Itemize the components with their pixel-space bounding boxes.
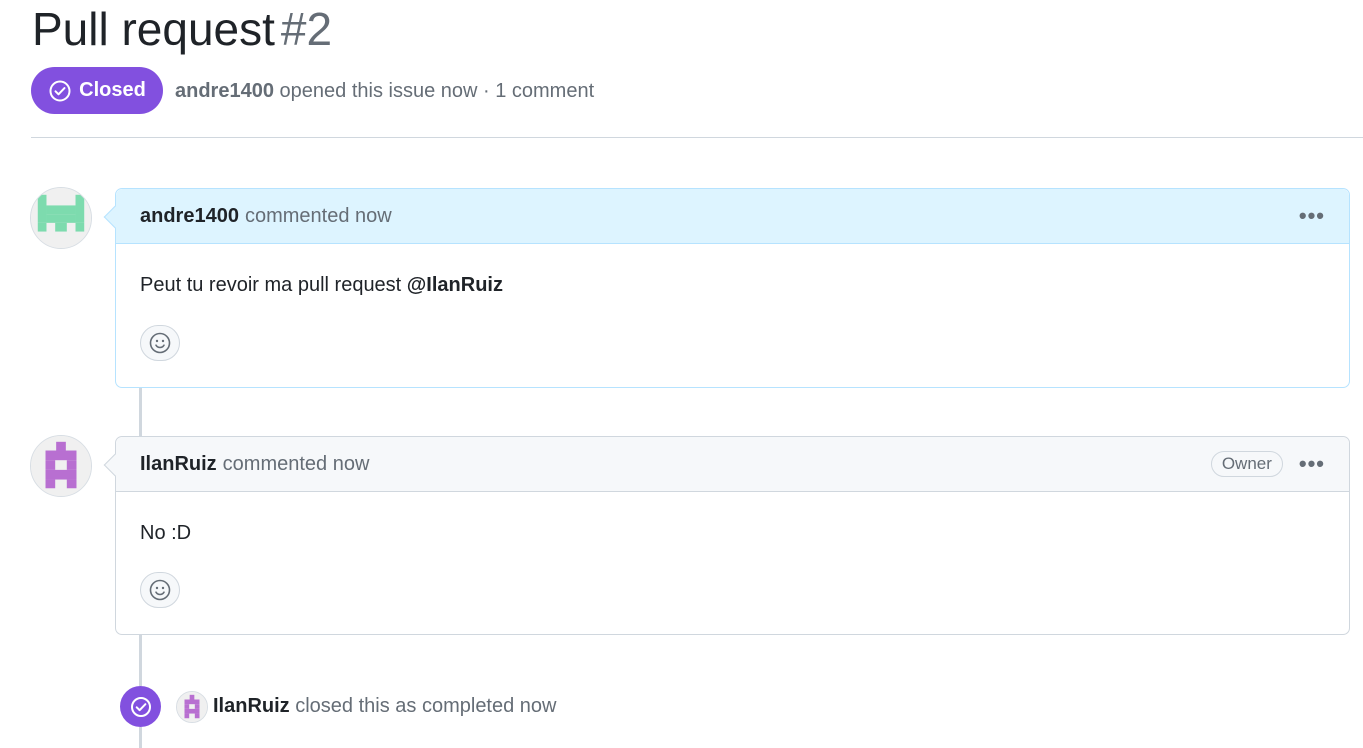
author-link[interactable]: andre1400 bbox=[175, 80, 274, 102]
comment-body: No :D bbox=[116, 492, 1349, 546]
issue-page: Pull request #2 Closed andre1400 opened t… bbox=[0, 0, 1363, 748]
issue-meta: andre1400 opened this issue now · 1 comm… bbox=[175, 78, 594, 104]
avatar[interactable] bbox=[30, 187, 92, 249]
comment-timestamp[interactable]: commented now bbox=[223, 453, 370, 476]
closed-event-badge bbox=[120, 686, 161, 727]
kebab-horizontal-icon[interactable]: ••• bbox=[1299, 205, 1325, 227]
event-actor-avatar[interactable] bbox=[176, 691, 208, 723]
closed-event-text: IlanRuiz closed this as completed now bbox=[213, 693, 556, 719]
comment-body: Peut tu revoir ma pull request @IlanRuiz bbox=[116, 244, 1349, 298]
identicon-green bbox=[31, 188, 91, 248]
timeline-line bbox=[139, 634, 142, 686]
comment-timestamp[interactable]: commented now bbox=[245, 205, 392, 228]
status-badge: Closed bbox=[31, 67, 163, 114]
user-mention[interactable]: @IlanRuiz bbox=[407, 274, 503, 296]
smiley-icon bbox=[149, 332, 171, 354]
event-description: closed this as completed now bbox=[295, 695, 557, 717]
header-divider bbox=[31, 137, 1363, 138]
comment-box: andre1400 commented now ••• Peut tu revo… bbox=[103, 188, 1350, 388]
comment-header: IlanRuiz commented now Owner ••• bbox=[116, 437, 1349, 492]
status-label: Closed bbox=[79, 79, 146, 101]
smiley-icon bbox=[149, 579, 171, 601]
comment-author[interactable]: andre1400 bbox=[140, 205, 239, 228]
add-reaction-button[interactable] bbox=[140, 572, 180, 608]
identicon-purple bbox=[31, 436, 91, 496]
comment-header: andre1400 commented now ••• bbox=[116, 189, 1349, 244]
issue-number: #2 bbox=[280, 3, 333, 55]
comment-box: IlanRuiz commented now Owner ••• No :D bbox=[103, 436, 1350, 635]
page-title: Pull request #2 bbox=[32, 2, 332, 56]
check-circle-icon bbox=[130, 696, 151, 717]
owner-badge: Owner bbox=[1210, 451, 1283, 477]
comment-text: Peut tu revoir ma pull request bbox=[140, 274, 407, 296]
add-reaction-button[interactable] bbox=[140, 325, 180, 361]
comment-author[interactable]: IlanRuiz bbox=[140, 453, 217, 476]
comment-text: No :D bbox=[140, 522, 192, 544]
event-actor[interactable]: IlanRuiz bbox=[213, 695, 290, 717]
timeline-line bbox=[139, 388, 142, 436]
timeline-line bbox=[139, 727, 142, 748]
identicon-purple bbox=[177, 692, 207, 722]
meta-text: opened this issue now · 1 comment bbox=[279, 80, 595, 102]
kebab-horizontal-icon[interactable]: ••• bbox=[1299, 453, 1325, 475]
avatar[interactable] bbox=[30, 435, 92, 497]
title-text: Pull request bbox=[32, 3, 275, 55]
check-circle-icon bbox=[49, 80, 71, 101]
